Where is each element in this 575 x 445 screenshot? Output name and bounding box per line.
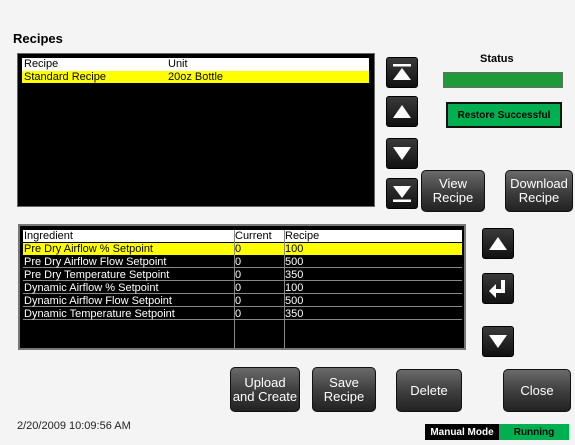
status-message: Restore Successful	[446, 102, 562, 128]
recipe-name: Standard Recipe	[24, 71, 106, 83]
recipe-column-header: Recipe	[285, 230, 320, 242]
enter-icon	[489, 280, 505, 298]
double-up-arrow-icon	[393, 64, 411, 80]
ingredient-name: Dynamic Airflow % Setpoint	[24, 282, 159, 294]
table-row[interactable]: Pre Dry Airflow Flow Setpoint 0 500	[23, 256, 462, 268]
recipe-value: 100	[285, 282, 304, 294]
up-arrow-icon	[489, 237, 507, 250]
timestamp: 2/20/2009 10:09:56 AM	[17, 420, 131, 432]
recipe-value: 350	[285, 269, 304, 281]
close-button[interactable]: Close	[503, 369, 571, 412]
ingredient-column-header: Ingredient	[24, 230, 73, 242]
table-row[interactable]: Pre Dry Airflow % Setpoint 0 100	[23, 243, 462, 255]
scroll-down-button[interactable]	[386, 138, 418, 169]
ingredient-name: Pre Dry Airflow Flow Setpoint	[24, 256, 167, 268]
ingredient-up-button[interactable]	[482, 228, 514, 259]
list-item[interactable]: Standard Recipe 20oz Bottle	[22, 71, 369, 83]
status-label: Status	[480, 53, 514, 65]
recipe-value: 500	[285, 295, 304, 307]
recipe-value: 100	[285, 243, 304, 255]
column-divider	[234, 230, 235, 348]
scroll-up-button[interactable]	[386, 96, 418, 127]
down-arrow-icon	[393, 147, 411, 160]
table-row[interactable]: Dynamic Airflow % Setpoint 0 100	[23, 282, 462, 294]
ingredient-name: Dynamic Temperature Setpoint	[24, 308, 175, 320]
upload-and-create-button[interactable]: Upload and Create	[230, 367, 300, 412]
current-column-header: Current	[235, 230, 272, 242]
ingredient-name: Dynamic Airflow Flow Setpoint	[24, 295, 172, 307]
recipe-unit: 20oz Bottle	[168, 71, 224, 83]
table-header: Ingredient Current Recipe	[23, 230, 462, 242]
current-value: 0	[235, 256, 242, 268]
up-arrow-icon	[393, 105, 411, 118]
table-row[interactable]: Pre Dry Temperature Setpoint 0 350	[23, 269, 462, 281]
unit-column-header: Unit	[168, 58, 188, 70]
delete-button[interactable]: Delete	[396, 369, 462, 412]
current-value: 0	[235, 308, 242, 320]
current-value: 0	[235, 282, 242, 294]
table-row[interactable]: Dynamic Temperature Setpoint 0 350	[23, 308, 462, 320]
recipe-list-header: Recipe Unit	[22, 58, 369, 71]
download-recipe-button[interactable]: Download Recipe	[505, 170, 573, 212]
down-arrow-icon	[489, 335, 507, 348]
current-value: 0	[235, 243, 242, 255]
scroll-bottom-button[interactable]	[386, 178, 418, 209]
recipe-list[interactable]: Recipe Unit Standard Recipe 20oz Bottle	[17, 53, 375, 207]
recipe-column-header: Recipe	[24, 58, 59, 70]
enter-button[interactable]	[482, 273, 514, 304]
save-recipe-button[interactable]: Save Recipe	[312, 367, 376, 412]
table-row[interactable]: Dynamic Airflow Flow Setpoint 0 500	[23, 295, 462, 307]
status-indicator-bar	[443, 72, 563, 88]
column-divider	[284, 230, 285, 348]
ingredient-name: Pre Dry Airflow % Setpoint	[24, 243, 153, 255]
mode-indicator: Manual Mode	[425, 424, 499, 440]
ingredient-down-button[interactable]	[482, 326, 514, 357]
page-title: Recipes	[13, 31, 63, 46]
double-down-arrow-icon	[393, 186, 411, 202]
recipe-value: 350	[285, 308, 304, 320]
current-value: 0	[235, 295, 242, 307]
scroll-top-button[interactable]	[386, 57, 418, 88]
running-indicator: Running	[499, 424, 569, 440]
ingredient-name: Pre Dry Temperature Setpoint	[24, 269, 170, 281]
view-recipe-button[interactable]: View Recipe	[421, 170, 485, 212]
ingredients-table[interactable]: Ingredient Current Recipe Pre Dry Airflo…	[18, 224, 466, 350]
current-value: 0	[235, 269, 242, 281]
recipe-value: 500	[285, 256, 304, 268]
